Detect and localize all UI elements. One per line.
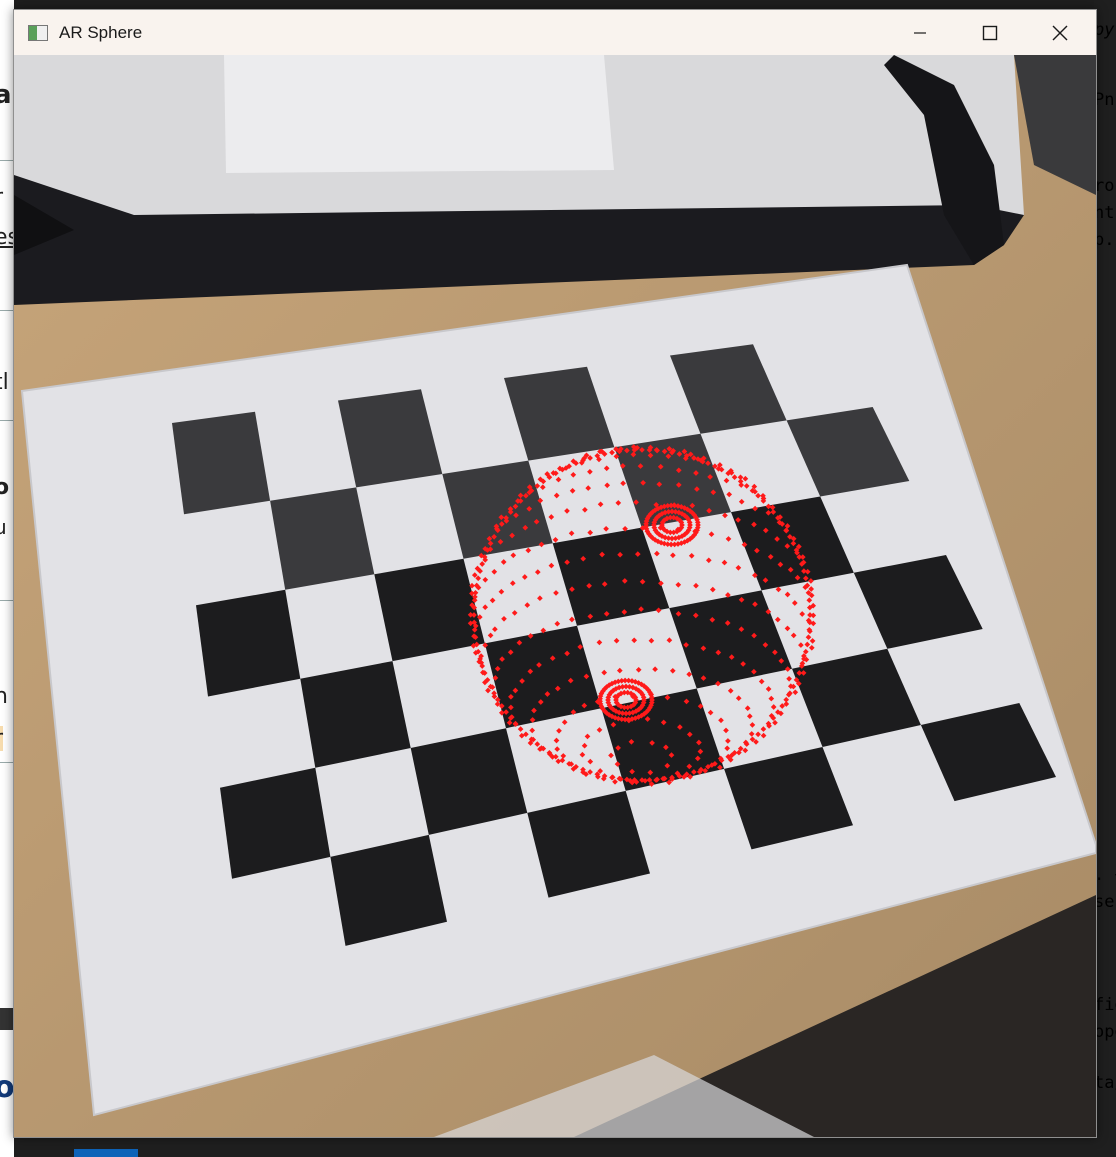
background-app-left: a r es tl o u h r o xyxy=(0,0,14,1157)
minimize-icon xyxy=(914,31,926,34)
bg-code-fragment: ta/ xyxy=(1094,1073,1116,1093)
bg-text-fragment: o xyxy=(0,1070,14,1105)
bg-text-fragment: o xyxy=(0,475,10,500)
bg-text-fragment: u xyxy=(0,515,7,539)
maximize-button[interactable] xyxy=(955,10,1025,55)
divider xyxy=(0,160,14,161)
bg-code-fragment: roj xyxy=(1094,176,1116,196)
maximize-icon xyxy=(982,25,998,40)
divider xyxy=(0,310,14,311)
minimize-button[interactable] xyxy=(885,10,955,55)
bg-code-fragment: . + xyxy=(1094,865,1116,885)
divider xyxy=(0,762,14,763)
ar-sphere-window: AR Sphere xyxy=(13,9,1097,1138)
bg-block xyxy=(0,1008,14,1030)
bg-code-fragment: ser xyxy=(1094,892,1116,912)
background-code-editor: py PnP roj nts p.i . + ser fie ope ta/ xyxy=(1094,0,1116,1157)
close-icon xyxy=(1052,25,1068,40)
close-button[interactable] xyxy=(1025,10,1095,55)
bg-code-fragment: fie xyxy=(1094,995,1116,1015)
window-title: AR Sphere xyxy=(59,22,143,42)
bg-text-fragment: r xyxy=(0,726,4,751)
bg-code-fragment: py xyxy=(1094,20,1115,40)
taskbar-accent xyxy=(74,1149,138,1157)
bg-text-fragment: es xyxy=(0,225,14,250)
bg-code-fragment: p.i xyxy=(1094,230,1116,250)
bg-text-fragment: h xyxy=(0,684,8,709)
app-window-icon xyxy=(28,24,48,41)
board-square xyxy=(196,589,301,697)
board-square xyxy=(270,487,375,590)
title-bar[interactable]: AR Sphere xyxy=(14,10,1096,55)
bg-text-fragment: tl xyxy=(0,370,9,395)
ar-scene xyxy=(14,55,1096,1137)
divider xyxy=(0,600,14,601)
bg-code-fragment: ope xyxy=(1094,1022,1116,1042)
bg-text-fragment: r xyxy=(0,185,3,210)
camera-view xyxy=(14,55,1096,1137)
bg-code-fragment: nts xyxy=(1094,203,1116,223)
board-square xyxy=(172,411,271,515)
bg-code-fragment: PnP xyxy=(1094,90,1116,110)
bg-text-fragment: a xyxy=(0,80,12,110)
background-taskbar xyxy=(74,1135,1116,1157)
divider xyxy=(0,420,14,421)
device-screen xyxy=(224,55,614,173)
